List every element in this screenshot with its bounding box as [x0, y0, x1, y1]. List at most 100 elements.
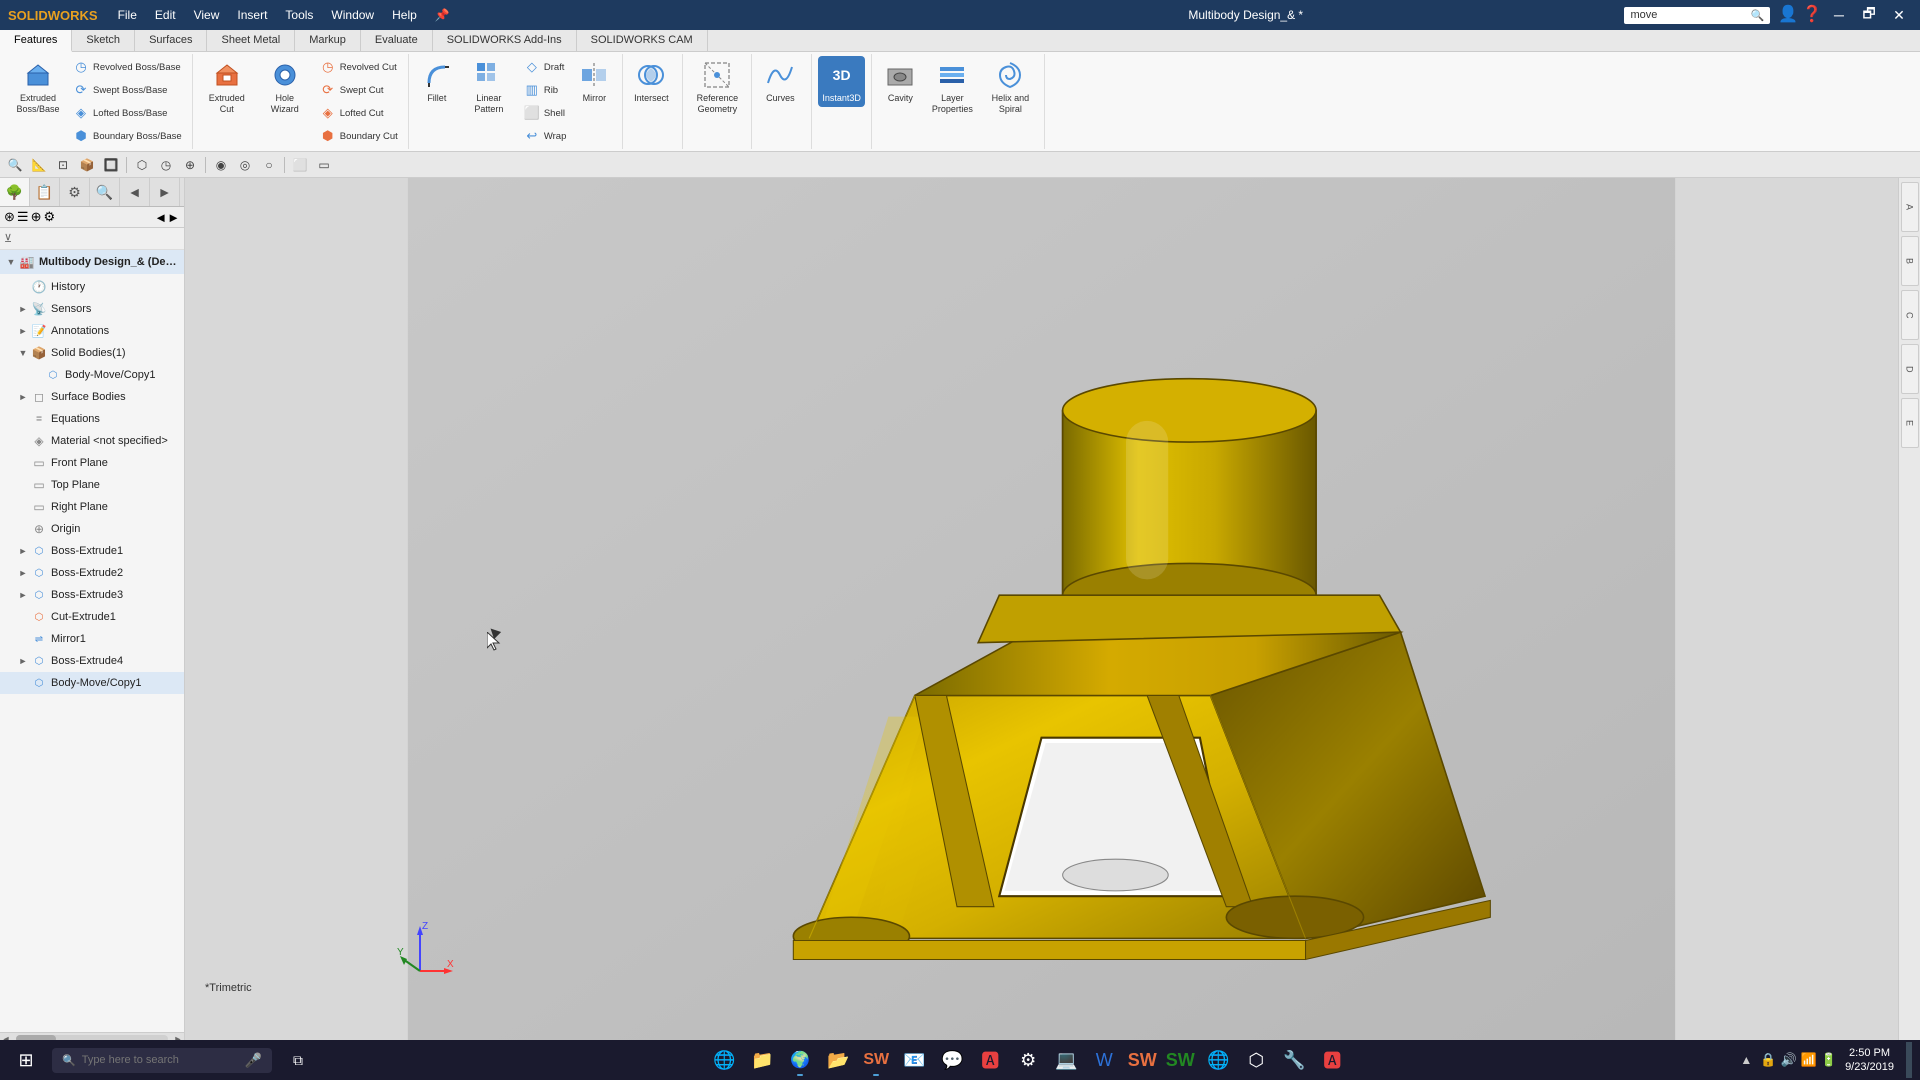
tab-sheet-metal[interactable]: Sheet Metal [207, 30, 295, 51]
view-appearance-button[interactable]: ◉ [210, 155, 232, 175]
view-section-button[interactable]: ⊡ [52, 155, 74, 175]
taskbar-files[interactable]: 📂 [820, 1042, 856, 1078]
taskbar-solidworks[interactable]: SW [858, 1042, 894, 1078]
search-box[interactable]: 🔍 [1624, 7, 1770, 24]
tab-features[interactable]: Features [0, 30, 72, 52]
tray-icon-3[interactable]: 📶 [1801, 1052, 1817, 1068]
shell-button[interactable]: ⬜ Shell [519, 102, 571, 124]
tray-icon-4[interactable]: 🔋 [1821, 1052, 1837, 1068]
rib-button[interactable]: ▥ Rib [519, 79, 571, 101]
tree-mirror1[interactable]: ⇌ Mirror1 [0, 628, 184, 650]
close-button[interactable]: ✕ [1886, 4, 1912, 26]
tree-top-plane[interactable]: ▭ Top Plane [0, 474, 184, 496]
intersect-button[interactable]: Intersect [629, 56, 673, 107]
taskbar-settings[interactable]: ⚙ [1010, 1042, 1046, 1078]
tree-right-plane[interactable]: ▭ Right Plane [0, 496, 184, 518]
voice-search-icon[interactable]: 🎤 [245, 1052, 262, 1069]
collapse-icon[interactable]: ◄► [154, 210, 180, 225]
curves-button[interactable]: Curves [758, 56, 802, 107]
tree-body-move-copy1b[interactable]: ⬡ Body-Move/Copy1 [0, 672, 184, 694]
search-input[interactable] [1630, 9, 1750, 21]
tab-sketch[interactable]: Sketch [72, 30, 135, 51]
instant3d-button[interactable]: 3D Instant3D [818, 56, 865, 107]
linear-pattern-button[interactable]: Linear Pattern [461, 56, 517, 118]
start-button[interactable]: ⊞ [8, 1042, 44, 1078]
layer-properties-button[interactable]: Layer Properties [924, 56, 980, 118]
restore-button[interactable]: 🗗 [1856, 4, 1882, 26]
view-3d-button[interactable]: 📦 [76, 155, 98, 175]
task-view-button[interactable]: ⧉ [280, 1042, 316, 1078]
view-selection-button[interactable]: ▭ [313, 155, 335, 175]
panel-tab-nav[interactable]: ◄ [120, 178, 150, 206]
wrap-button[interactable]: ↩ Wrap [519, 125, 571, 147]
view-render-button[interactable]: ◎ [234, 155, 256, 175]
tab-surfaces[interactable]: Surfaces [135, 30, 207, 51]
view-selector-button[interactable]: 🔍 [4, 155, 26, 175]
tab-evaluate[interactable]: Evaluate [361, 30, 433, 51]
taskbar-app15[interactable]: 🔧 [1276, 1042, 1312, 1078]
taskbar-browser2[interactable]: 🌐 [1200, 1042, 1236, 1078]
tray-show-hidden[interactable]: ▲ [1740, 1053, 1752, 1067]
tree-history[interactable]: 🕐 History [0, 276, 184, 298]
taskbar-search-input[interactable] [82, 1054, 239, 1066]
cavity-button[interactable]: Cavity [878, 56, 922, 107]
tab-addins[interactable]: SOLIDWORKS Add-Ins [433, 30, 577, 51]
tree-boss-extrude1[interactable]: ► ⬡ Boss-Extrude1 [0, 540, 184, 562]
be1-expander[interactable]: ► [16, 544, 30, 558]
taskbar-app11[interactable]: SW [1124, 1042, 1160, 1078]
taskbar-word[interactable]: W [1086, 1042, 1122, 1078]
panel-tab-search[interactable]: 🔍 [90, 178, 120, 206]
show-desktop-button[interactable] [1906, 1042, 1912, 1078]
tree-cut-extrude1[interactable]: ⬡ Cut-Extrude1 [0, 606, 184, 628]
taskbar-app16[interactable]: 🅰 [1314, 1042, 1350, 1078]
lofted-boss-base-button[interactable]: ◈ Lofted Boss/Base [68, 102, 186, 124]
taskbar-acrobat[interactable]: 🅰 [972, 1042, 1008, 1078]
taskbar-outlook[interactable]: 📧 [896, 1042, 932, 1078]
taskbar-app9[interactable]: 💻 [1048, 1042, 1084, 1078]
expand-icon[interactable]: ☰ [17, 209, 29, 225]
solid-bodies-expander[interactable]: ▼ [16, 346, 30, 360]
tray-icon-1[interactable]: 🔒 [1760, 1052, 1776, 1068]
panel-tab-forward[interactable]: ► [150, 178, 180, 206]
tab-cam[interactable]: SOLIDWORKS CAM [577, 30, 708, 51]
view-shadow-button[interactable]: ○ [258, 155, 280, 175]
menu-edit[interactable]: Edit [147, 5, 184, 25]
tree-root[interactable]: ▼ 🏭 Multibody Design_& (Default<<Default [0, 250, 184, 274]
settings-icon[interactable]: ⚙ [43, 209, 55, 225]
panel-tab-feature-tree[interactable]: 🌳 [0, 178, 30, 206]
taskbar-edge[interactable]: 🌐 [706, 1042, 742, 1078]
revolved-cut-button[interactable]: ◷ Revolved Cut [315, 56, 402, 78]
view-display-button[interactable]: 🔲 [100, 155, 122, 175]
tab-markup[interactable]: Markup [295, 30, 361, 51]
canvas-area[interactable]: *Trimetric Z X Y [185, 178, 1898, 1044]
user-icon[interactable]: 👤 [1778, 4, 1798, 26]
taskbar-time[interactable]: 2:50 PM 9/23/2019 [1845, 1046, 1894, 1075]
lofted-cut-button[interactable]: ◈ Lofted Cut [315, 102, 402, 124]
extruded-boss-base-button[interactable]: Extruded Boss/Base [10, 56, 66, 118]
tray-icon-2[interactable]: 🔊 [1781, 1052, 1797, 1068]
tree-body-move-copy1[interactable]: ⬡ Body-Move/Copy1 [0, 364, 184, 386]
reference-geometry-button[interactable]: Reference Geometry [689, 56, 745, 118]
tree-front-plane[interactable]: ▭ Front Plane [0, 452, 184, 474]
revolved-boss-base-button[interactable]: ◷ Revolved Boss/Base [68, 56, 186, 78]
root-expander[interactable]: ▼ [4, 255, 18, 269]
view-perspective-button[interactable]: ◷ [155, 155, 177, 175]
panel-tab-config[interactable]: ⚙ [60, 178, 90, 206]
plus-icon[interactable]: ⊕ [31, 209, 42, 225]
tree-sensors[interactable]: ► 📡 Sensors [0, 298, 184, 320]
extruded-cut-button[interactable]: Extruded Cut [199, 56, 255, 118]
view-orient-button[interactable]: ⬡ [131, 155, 153, 175]
taskbar-explorer[interactable]: 📁 [744, 1042, 780, 1078]
menu-insert[interactable]: Insert [229, 5, 275, 25]
taskbar-app14[interactable]: ⬡ [1238, 1042, 1274, 1078]
taskbar-chrome[interactable]: 🌍 [782, 1042, 818, 1078]
tree-origin[interactable]: ⊕ Origin [0, 518, 184, 540]
fillet-button[interactable]: Fillet [415, 56, 459, 107]
minimize-button[interactable]: ─ [1826, 4, 1852, 26]
tree-boss-extrude2[interactable]: ► ⬡ Boss-Extrude2 [0, 562, 184, 584]
filter-icon[interactable]: ⊛ [4, 209, 15, 225]
tree-solid-bodies[interactable]: ▼ 📦 Solid Bodies(1) [0, 342, 184, 364]
be3-expander[interactable]: ► [16, 588, 30, 602]
swept-cut-button[interactable]: ⟳ Swept Cut [315, 79, 402, 101]
menu-help[interactable]: Help [384, 5, 425, 25]
